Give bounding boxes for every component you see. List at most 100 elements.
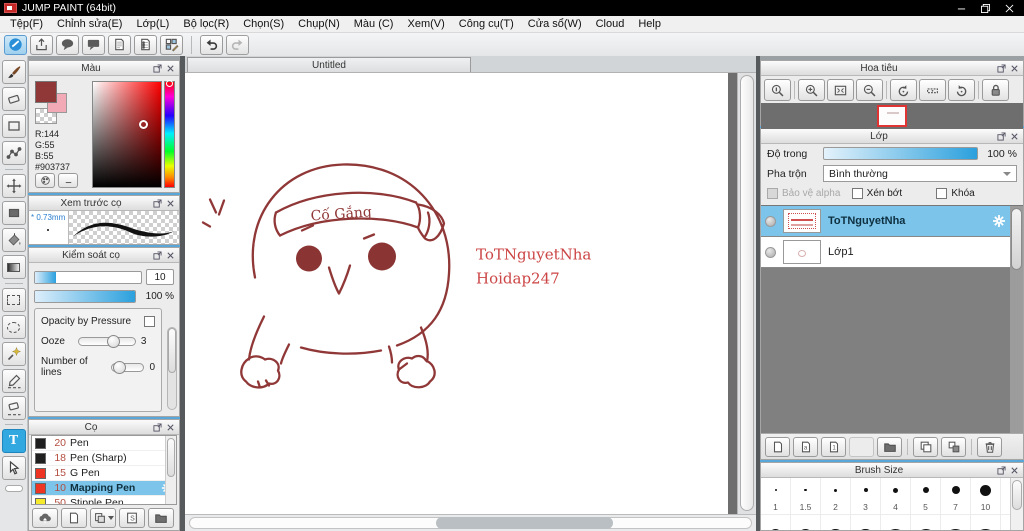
text-tool[interactable]: T: [1, 429, 26, 453]
brush-tool[interactable]: [1, 60, 26, 84]
opacity-by-pressure-checkbox[interactable]: [144, 316, 155, 327]
brush-list-scrollbar[interactable]: [165, 436, 176, 504]
drawing-canvas[interactable]: Cố Gắng ToTNguyetNha Hoidap247: [185, 73, 728, 514]
tool-column-scrollbar[interactable]: [4, 485, 23, 492]
menu-item-10[interactable]: Cửa sổ(W): [521, 16, 589, 33]
menu-item-11[interactable]: Cloud: [589, 16, 632, 33]
comment-box-button[interactable]: [82, 34, 105, 55]
shape-rect-tool[interactable]: [1, 114, 26, 138]
picker-marker[interactable]: [139, 119, 149, 129]
document-tab[interactable]: Untitled: [187, 57, 471, 72]
copy-brush-button[interactable]: [90, 507, 116, 528]
brush-size-scrollbar[interactable]: [1010, 478, 1023, 530]
close-icon[interactable]: [165, 63, 176, 74]
delete-layer-button[interactable]: [977, 436, 1002, 457]
palette-button[interactable]: [35, 173, 55, 188]
rect-select-tool[interactable]: [1, 288, 26, 312]
close-icon[interactable]: [165, 422, 176, 433]
duplicate-layer-button[interactable]: [913, 436, 938, 457]
brush-size-cell-large[interactable]: [941, 515, 971, 530]
grid-customize-button[interactable]: [160, 34, 183, 55]
menu-item-3[interactable]: Lớp(L): [129, 16, 176, 33]
brush-folder-button[interactable]: [148, 507, 174, 528]
merge-layer-button[interactable]: [941, 436, 966, 457]
layer-row-1[interactable]: ToTNguyetNha: [761, 206, 1010, 237]
brush-size-cell-4[interactable]: [881, 478, 911, 502]
flip-lock-button[interactable]: [982, 79, 1009, 101]
minimize-button[interactable]: [950, 1, 972, 15]
zoom-in-button[interactable]: [798, 79, 825, 101]
color-swatches[interactable]: [35, 81, 75, 113]
brush-size-cell-2[interactable]: [821, 478, 851, 502]
navigator-preview[interactable]: [761, 103, 1023, 129]
brush-row-5[interactable]: 50 Stipple Pen: [32, 496, 176, 504]
close-icon[interactable]: [1009, 465, 1020, 476]
ooze-slider[interactable]: [77, 335, 136, 348]
close-icon[interactable]: [165, 250, 176, 261]
fit-window-button[interactable]: [827, 79, 854, 101]
new-8bit-layer-button[interactable]: a: [793, 436, 818, 457]
ctrl-select-tool[interactable]: [1, 456, 26, 480]
close-icon[interactable]: [1009, 131, 1020, 142]
number-of-lines-slider[interactable]: [110, 360, 145, 374]
cloud-upload-button[interactable]: [32, 507, 58, 528]
eraser-tool[interactable]: [1, 87, 26, 111]
menu-item-1[interactable]: Tệp(F): [3, 16, 50, 33]
brush-row-3[interactable]: 15 G Pen: [32, 466, 176, 481]
alpha-protect-checkbox[interactable]: [767, 188, 778, 199]
layer-list-scrollbar[interactable]: [1010, 206, 1023, 433]
layer-row-2[interactable]: Lớp1: [761, 237, 1010, 268]
brush-size-cell-10[interactable]: [971, 478, 1001, 502]
menu-item-4[interactable]: Bộ lọc(R): [176, 16, 236, 33]
layer-visibility-toggle[interactable]: [765, 215, 776, 227]
brush-size-cell-1.5[interactable]: [791, 478, 821, 502]
comment-button[interactable]: [56, 34, 79, 55]
menu-item-9[interactable]: Công cụ(T): [452, 16, 521, 33]
popout-icon[interactable]: [996, 465, 1007, 476]
bucket-tool[interactable]: [1, 228, 26, 252]
popout-icon[interactable]: [152, 198, 163, 209]
control-scrollbar[interactable]: [167, 327, 177, 410]
layer-option-button[interactable]: [849, 436, 874, 457]
brush-size-cell-5[interactable]: [911, 478, 941, 502]
brush-row-2[interactable]: 18 Pen (Sharp): [32, 451, 176, 466]
popout-icon[interactable]: [152, 422, 163, 433]
gradient-tool[interactable]: [1, 255, 26, 279]
close-icon[interactable]: [1009, 63, 1020, 74]
menu-item-6[interactable]: Chụp(N): [291, 16, 347, 33]
popout-icon[interactable]: [996, 63, 1007, 74]
brush-size-cell-1[interactable]: [761, 478, 791, 502]
brush-size-cell-7[interactable]: [941, 478, 971, 502]
close-button[interactable]: [998, 1, 1020, 15]
doc-settings-button[interactable]: [134, 34, 157, 55]
brush-size-cell-large[interactable]: [761, 515, 791, 530]
brush-size-cell-large[interactable]: [791, 515, 821, 530]
paint-main-button[interactable]: [4, 34, 27, 55]
brush-size-cell-large[interactable]: [821, 515, 851, 530]
rotate-left-button[interactable]: [890, 79, 917, 101]
brush-size-cell-large[interactable]: [971, 515, 1001, 530]
zoom-reset-button[interactable]: [764, 79, 791, 101]
layer-visibility-toggle[interactable]: [765, 246, 776, 258]
fill-rect-tool[interactable]: [1, 201, 26, 225]
brush-size-cell-3[interactable]: [851, 478, 881, 502]
curve-tool[interactable]: [1, 141, 26, 165]
menu-item-12[interactable]: Help: [631, 16, 668, 33]
redo-button[interactable]: [226, 34, 249, 55]
canvas-horizontal-scrollbar[interactable]: [185, 514, 756, 531]
menu-item-2[interactable]: Chỉnh sửa(E): [50, 16, 129, 33]
hue-bar[interactable]: [164, 80, 175, 188]
brush-width-value[interactable]: 10: [146, 269, 174, 285]
publish-button[interactable]: [30, 34, 53, 55]
popout-icon[interactable]: [152, 250, 163, 261]
brush-width-slider[interactable]: [34, 270, 142, 284]
popout-icon[interactable]: [996, 131, 1007, 142]
hue-marker[interactable]: [166, 80, 173, 87]
move-tool[interactable]: [1, 174, 26, 198]
magic-wand-tool[interactable]: [1, 342, 26, 366]
layer-settings-gear-icon[interactable]: [992, 214, 1006, 228]
color-picker-square[interactable]: [92, 81, 162, 188]
undo-button[interactable]: [200, 34, 223, 55]
select-pen-tool[interactable]: [1, 369, 26, 393]
popout-icon[interactable]: [152, 63, 163, 74]
